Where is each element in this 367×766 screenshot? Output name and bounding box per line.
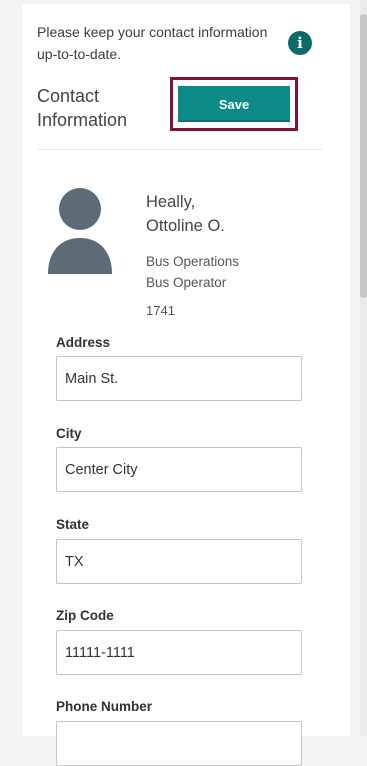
intro-text: Please keep your contact information up-… [37, 24, 268, 62]
city-input[interactable] [56, 447, 302, 492]
save-button[interactable]: Save [178, 86, 290, 122]
save-button-focus-outline: Save [170, 77, 298, 131]
user-avatar-icon [48, 188, 112, 274]
address-input[interactable] [56, 356, 302, 401]
scrollbar[interactable] [360, 0, 367, 736]
employee-department: Bus Operations [146, 254, 240, 269]
employee-details: Bus Operations Bus Operator [146, 251, 326, 293]
employee-first-name: Ottoline O. [146, 217, 225, 235]
phone-number-input[interactable] [56, 721, 302, 766]
section-title: Contact Information [37, 86, 128, 130]
state-label: State [56, 517, 90, 532]
zip-code-label: Zip Code [56, 608, 114, 623]
address-label: Address [56, 335, 111, 350]
employee-position: Bus Operator [146, 275, 227, 290]
employee-id: 1741 [146, 303, 175, 318]
zip-code-input[interactable] [56, 630, 302, 675]
employee-name: Heally, Ottoline O. [146, 190, 326, 238]
divider [37, 149, 323, 150]
city-label: City [56, 426, 82, 441]
contact-panel: Please keep your contact information up-… [22, 4, 350, 766]
phone-number-label: Phone Number [56, 699, 153, 714]
employee-last-name: Heally, [146, 193, 196, 211]
info-icon[interactable]: i [288, 31, 312, 55]
scrollbar-thumb[interactable] [360, 14, 367, 298]
state-input[interactable] [56, 539, 302, 584]
left-gutter [0, 0, 22, 736]
